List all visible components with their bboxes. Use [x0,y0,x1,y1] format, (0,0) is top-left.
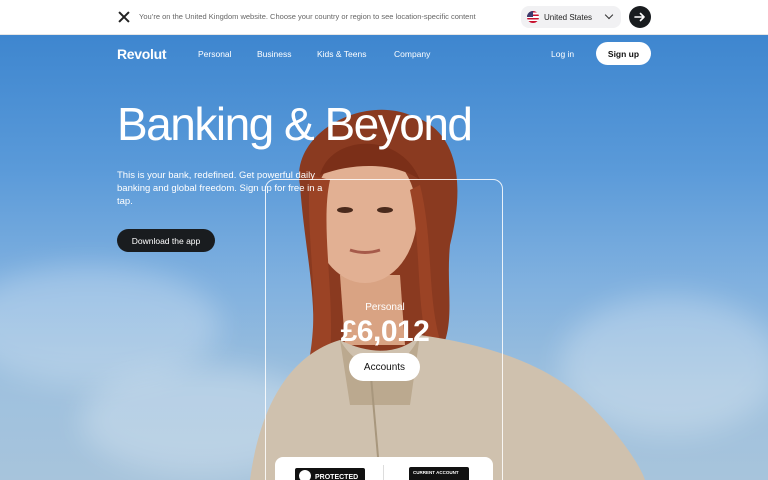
country-name: United States [544,12,593,22]
download-app-button[interactable]: Download the app [117,229,215,252]
close-icon[interactable] [117,10,131,24]
page-title: Banking & Beyond [117,98,473,150]
nav-item-company[interactable]: Company [394,49,430,59]
nav-item-business[interactable]: Business [257,49,292,59]
current-account-badge: CURRENT ACCOUNT [409,467,469,480]
country-selector[interactable]: United States [521,6,621,28]
accounts-button[interactable]: Accounts [349,353,420,381]
hero-section: Revolut Personal Business Kids & Teens C… [0,35,768,480]
card-label: Personal [365,302,405,313]
region-message: You’re on the United Kingdom website. Ch… [139,12,476,21]
badges-card: PROTECTED CURRENT ACCOUNT [275,457,493,480]
login-link[interactable]: Log in [551,49,574,59]
divider [383,465,384,480]
nav-item-personal[interactable]: Personal [198,49,232,59]
chevron-down-icon [604,10,614,20]
continue-button[interactable] [629,6,651,28]
protected-badge: PROTECTED [295,468,365,480]
card-balance: £6,012 [340,315,430,348]
us-flag-icon [527,11,539,23]
arrow-right-icon [634,12,645,22]
nav-item-kids-teens[interactable]: Kids & Teens [317,49,366,59]
region-banner: You’re on the United Kingdom website. Ch… [0,0,768,35]
signup-button[interactable]: Sign up [596,42,651,65]
account-card: Personal £6,012 Accounts [265,179,503,480]
revolut-logo[interactable]: Revolut [117,46,167,62]
